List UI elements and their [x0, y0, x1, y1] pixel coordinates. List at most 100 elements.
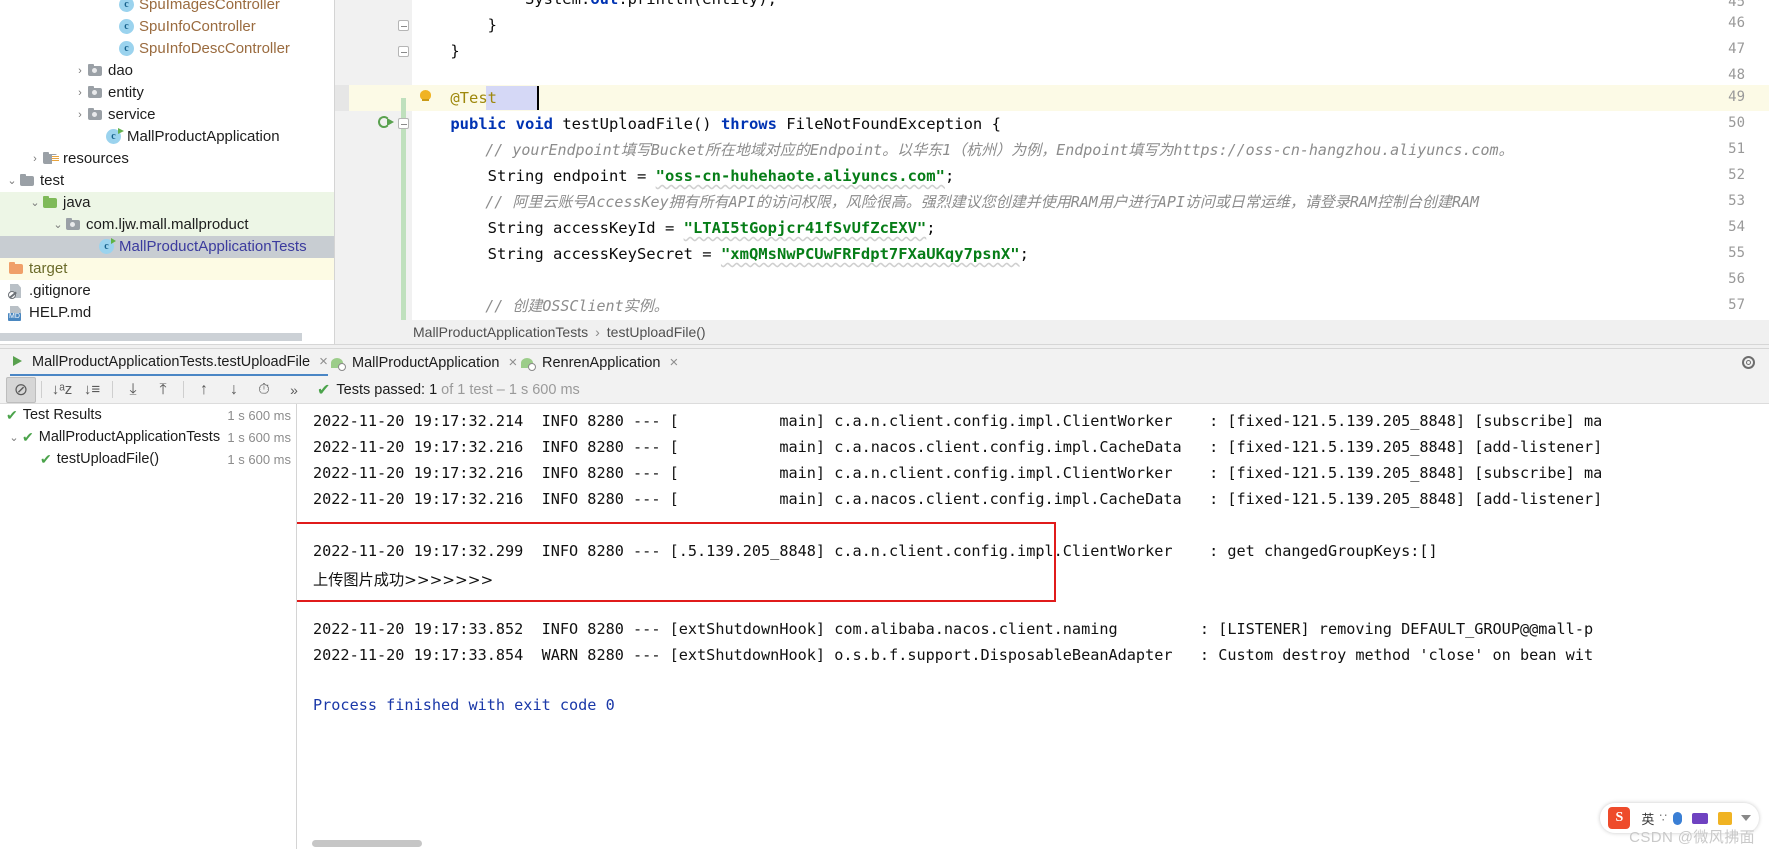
tree-item-help-md[interactable]: MD HELP.md [0, 302, 335, 324]
run-test-gutter-icon[interactable] [378, 115, 394, 131]
breadcrumb[interactable]: MallProductApplicationTests › testUpload… [400, 320, 1769, 344]
code-line-45: System.out.println(entity); [413, 0, 777, 12]
project-tree[interactable]: › SpuImagesController SpuInfoController … [0, 0, 335, 344]
tree-item-target[interactable]: target [0, 258, 335, 280]
tree-item-java[interactable]: ⌄ java [0, 192, 335, 214]
console-output[interactable]: 2022-11-20 19:17:32.214 INFO 8280 --- [ … [297, 404, 1769, 849]
chevron-down-icon[interactable]: ⌄ [51, 214, 65, 236]
tree-item-spuimagescontroller[interactable]: SpuImagesController [0, 0, 335, 16]
vcs-change-marker[interactable] [401, 98, 406, 320]
tree-item-resources[interactable]: › resources [0, 148, 335, 170]
code-text-area[interactable]: System.out.println(entity); } } @Test pu… [413, 0, 1769, 320]
check-icon: ✔ [317, 381, 331, 399]
test-tree-row-test-results[interactable]: ✔ Test Results 1 s 600 ms [0, 404, 297, 426]
sort-alphabetically-button[interactable]: ↓ᵃz [47, 377, 77, 403]
tree-item-entity[interactable]: › entity [0, 82, 335, 104]
run-tab-renrenapplication[interactable]: RenrenApplication × [520, 349, 678, 376]
tree-item-label: .gitignore [29, 282, 91, 299]
sogou-input-icon[interactable] [1608, 807, 1631, 829]
spring-boot-icon [330, 355, 346, 371]
close-icon[interactable]: × [319, 353, 328, 370]
chevron-right-icon[interactable]: › [28, 148, 42, 170]
ime-dots-icon[interactable]: ∵ [1659, 811, 1668, 825]
tree-item-mallproductapplicationtests[interactable]: MallProductApplicationTests [0, 236, 335, 258]
console-line: 2022-11-20 19:17:33.852 INFO 8280 --- [e… [313, 620, 1594, 638]
editor-split-area: › SpuImagesController SpuInfoController … [0, 0, 1769, 344]
package-icon [65, 217, 82, 233]
console-hscrollbar[interactable] [297, 839, 1769, 849]
run-tab-mallproductapplicationtests-testuploadfile[interactable]: MallProductApplicationTests.testUploadFi… [10, 349, 328, 376]
tree-item-label: java [63, 194, 91, 211]
microphone-icon[interactable] [1673, 811, 1682, 825]
tree-item-package[interactable]: ⌄ com.ljw.mall.mallproduct [0, 214, 335, 236]
chevron-right-icon[interactable]: › [73, 104, 87, 126]
chevron-right-icon[interactable]: › [73, 82, 87, 104]
test-duration: 1 s 600 ms [227, 451, 291, 467]
fold-marker[interactable] [398, 118, 411, 131]
run-tool-window-tabs[interactable]: MallProductApplicationTests.testUploadFi… [0, 349, 1769, 376]
tree-item-mallproductapplication[interactable]: MallProductApplication [0, 126, 335, 148]
breadcrumb-class[interactable]: MallProductApplicationTests [413, 324, 588, 340]
close-icon[interactable]: × [670, 354, 679, 371]
breadcrumb-method[interactable]: testUploadFile() [607, 324, 706, 340]
code-line-50: public void testUploadFile() throws File… [413, 115, 1001, 133]
sort-alpha-icon: ↓ᵃz [51, 381, 73, 398]
toolbox-icon[interactable] [1718, 811, 1732, 825]
keyboard-icon[interactable] [1692, 812, 1708, 824]
expand-all-button[interactable]: ⤓ [118, 377, 148, 403]
code-line-46: } [413, 16, 497, 34]
breadcrumb-separator-icon: › [595, 324, 600, 340]
code-line-57: // 创建OSSClient实例。 [413, 297, 669, 315]
prev-failed-button[interactable]: ↑ [189, 377, 219, 403]
tree-item-label: target [29, 260, 68, 277]
folder-icon [87, 63, 104, 79]
run-tab-mallproductapplication[interactable]: MallProductApplication × [330, 349, 517, 376]
console-line: 2022-11-20 19:17:32.216 INFO 8280 --- [ … [313, 490, 1603, 508]
test-tree-row-mallproductapplicationtests[interactable]: ⌄ ✔ MallProductApplicationTests 1 s 600 … [0, 426, 297, 448]
markdown-file-icon: MD [8, 305, 25, 321]
chevron-down-icon[interactable]: ⌄ [28, 192, 42, 214]
test-tree-row-testuploadfile[interactable]: ✔ testUploadFile() 1 s 600 ms [0, 448, 297, 470]
chevron-down-icon[interactable] [1741, 815, 1751, 821]
history-button[interactable]: ⏱ [249, 377, 279, 403]
test-tree-label: testUploadFile() [56, 451, 160, 467]
toolbar-separator [183, 381, 184, 398]
class-icon [119, 41, 135, 57]
collapse-all-icon: ⤒ [159, 380, 167, 398]
tree-item-spuinfocontroller[interactable]: SpuInfoController [0, 16, 335, 38]
hide-passed-button[interactable]: ⊘ [6, 376, 36, 403]
sort-duration-icon: ↓≡ [83, 381, 101, 398]
chevron-right-icon[interactable]: › [73, 60, 87, 82]
editor-gutter[interactable] [335, 0, 400, 320]
ime-language-label[interactable]: 英 [1641, 809, 1654, 828]
tree-item-gitignore[interactable]: .gitignore [0, 280, 335, 302]
console-line: 2022-11-20 19:17:32.216 INFO 8280 --- [ … [313, 438, 1603, 456]
test-runner-toolbar[interactable]: ⊘ ↓ᵃz ↓≡ ⤓ ⤒ ↑ ↓ ⏱ » ✔ Tests passed: 1 o… [0, 376, 1769, 404]
tree-item-test[interactable]: ⌄ test [0, 170, 335, 192]
next-failed-button[interactable]: ↓ [219, 377, 249, 403]
tree-item-dao[interactable]: › dao [0, 60, 335, 82]
close-icon[interactable]: × [509, 354, 518, 371]
more-options-button[interactable]: » [279, 377, 309, 403]
collapse-all-button[interactable]: ⤒ [148, 377, 178, 403]
gear-icon[interactable] [1740, 354, 1757, 371]
tree-item-service[interactable]: › service [0, 104, 335, 126]
chevron-down-icon[interactable]: ⌄ [6, 431, 22, 444]
resources-folder-icon [42, 151, 59, 167]
check-icon: ✔ [6, 406, 18, 423]
test-results-tree[interactable]: ✔ Test Results 1 s 600 ms ⌄ ✔ MallProduc… [0, 404, 297, 849]
fold-marker[interactable] [398, 46, 411, 59]
folder-icon [19, 173, 36, 189]
tree-item-label: SpuInfoController [139, 18, 256, 35]
sort-by-duration-button[interactable]: ↓≡ [77, 377, 107, 403]
console-line: 2022-11-20 19:17:32.214 INFO 8280 --- [ … [313, 412, 1603, 430]
test-duration: 1 s 600 ms [227, 429, 291, 445]
project-tree-hscrollbar[interactable] [0, 333, 302, 341]
tree-item-label: SpuInfoDescController [139, 40, 290, 57]
fold-marker[interactable] [398, 20, 411, 33]
chevron-down-icon[interactable]: ⌄ [5, 170, 19, 192]
test-status: ✔ Tests passed: 1 of 1 test – 1 s 600 ms [317, 380, 580, 400]
code-editor[interactable]: 45 46 47 48 49 50 51 52 53 54 55 56 57 S… [335, 0, 1769, 344]
tree-item-spuinfodesccontroller[interactable]: SpuInfoDescController [0, 38, 335, 60]
